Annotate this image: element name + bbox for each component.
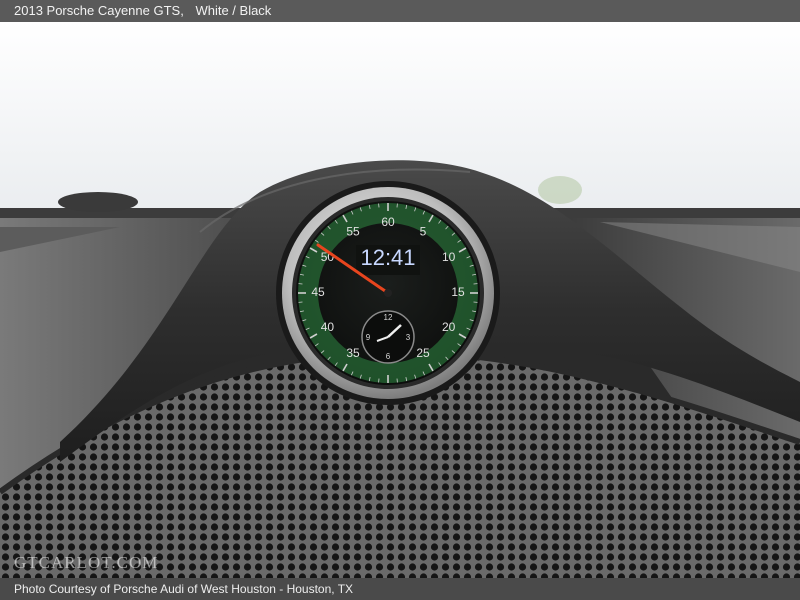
subdial-label: 9 — [366, 333, 371, 342]
scale-label: 40 — [321, 320, 335, 334]
scale-label: 10 — [442, 250, 456, 264]
digital-time: 12:41 — [360, 245, 415, 270]
scale-label: 45 — [311, 285, 325, 299]
vehicle-colors: White / Black — [195, 3, 272, 18]
subdial-label: 12 — [384, 313, 393, 322]
vehicle-title: 2013 Porsche Cayenne GTS, — [14, 3, 184, 18]
watermark: GTCARLOT.COM — [14, 553, 159, 572]
subdial-label: 3 — [406, 333, 411, 342]
sport-chrono-clock: 605101520253540455055 12:41 12 3 6 9 — [276, 181, 500, 405]
dashboard-photo: 60 5 10 15 20 25 35 40 45 50 55 12:41 12 3 6 9 — [0, 22, 800, 578]
photo-credit-bar: Photo Courtesy of Porsche Audi of West H… — [0, 578, 800, 600]
scale-label: 5 — [420, 225, 427, 239]
title-bar: 2013 Porsche Cayenne GTS, White / Black — [0, 0, 800, 22]
scale-label: 55 — [346, 225, 360, 239]
photo-credit: Photo Courtesy of Porsche Audi of West H… — [14, 582, 354, 596]
subdial-label: 6 — [386, 352, 391, 361]
scale-label: 25 — [416, 346, 430, 360]
scale-label: 35 — [346, 346, 360, 360]
scale-label: 60 — [381, 215, 395, 229]
scale-label: 15 — [451, 285, 465, 299]
scale-label: 20 — [442, 320, 456, 334]
